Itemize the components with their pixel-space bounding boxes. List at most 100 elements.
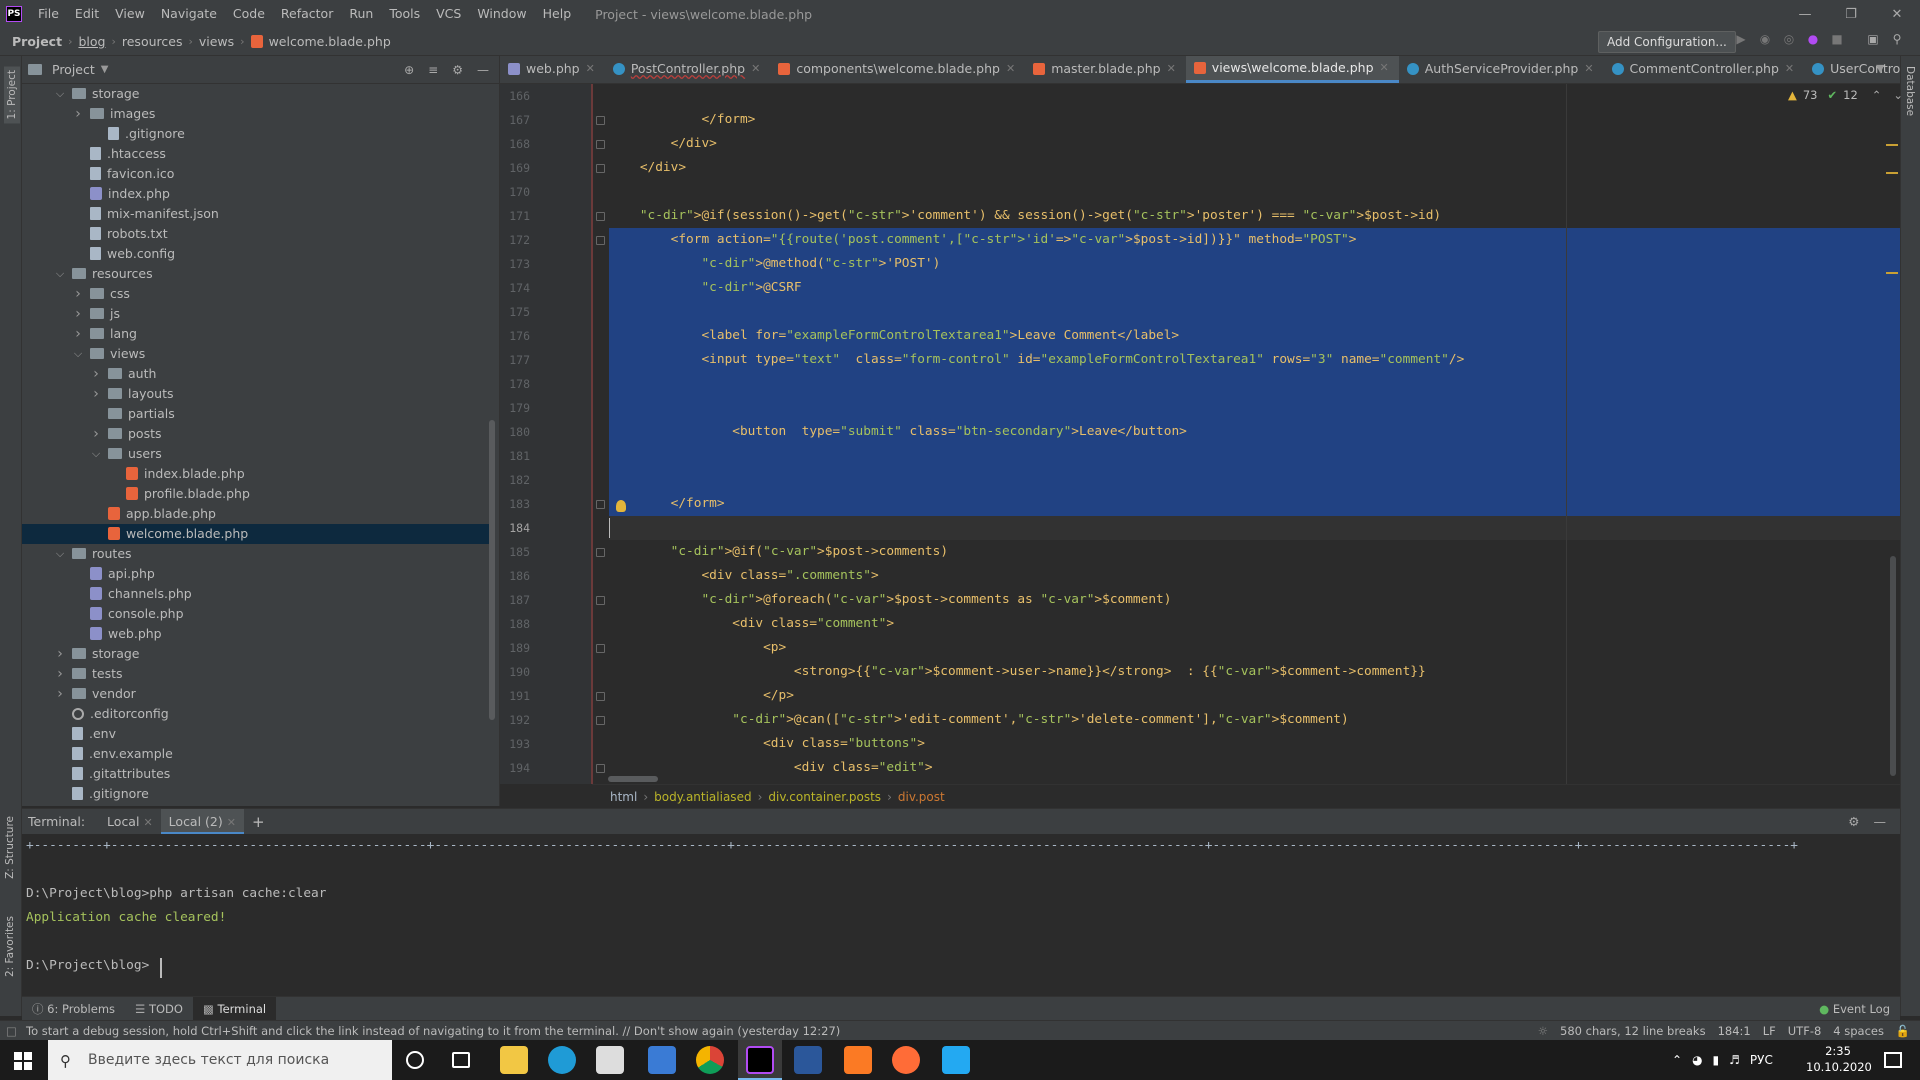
fold-marker-icon[interactable] [596,548,605,557]
tree-item[interactable]: api.php [22,564,492,584]
code-line[interactable]: "c-dir">@if("c-var">$post->comments) [609,540,948,564]
close-tab-icon[interactable]: ✕ [586,56,595,83]
menu-window[interactable]: Window [469,0,534,28]
code-line[interactable]: </div> [609,156,686,180]
tree-item[interactable]: index.php [22,184,492,204]
menu-file[interactable]: File [30,0,67,28]
cortana-icon[interactable] [406,1051,424,1069]
tabs-overflow-icon[interactable]: ▼ [1876,62,1884,75]
code-line[interactable]: "c-dir">@foreach("c-var">$post->comments… [609,588,1171,612]
store-icon[interactable] [596,1046,624,1074]
tree-item[interactable]: ⌵ routes [22,544,492,564]
chevron-right-icon[interactable]: › [72,104,84,124]
structure-tool-button[interactable]: Z: Structure [4,816,16,879]
chevron-right-icon[interactable]: › [54,644,66,664]
code-line[interactable]: <label for="exampleFormControlTextarea1"… [609,324,1179,348]
close-tab-icon[interactable]: ✕ [1785,56,1794,83]
chevron-right-icon[interactable]: › [90,384,102,404]
file-explorer-icon[interactable] [500,1046,528,1074]
menu-help[interactable]: Help [535,0,580,28]
nav-crumb-project[interactable]: Project [12,34,62,49]
fold-marker-icon[interactable] [596,116,605,125]
tree-item[interactable]: web.php [22,624,492,644]
line-number[interactable]: 175 [500,300,530,324]
locate-icon[interactable]: ⊕ [404,63,414,77]
fold-marker-icon[interactable] [596,236,605,245]
phpstorm-icon[interactable] [746,1046,774,1074]
nav-crumb-blog[interactable]: blog [78,34,105,49]
terminal-tab-local-2[interactable]: Local (2) ✕ [160,808,244,835]
tree-item[interactable]: .gitignore [22,784,492,804]
status-toggle-icon[interactable]: □ [6,1024,17,1038]
code-line[interactable]: <div class=".comments"> [609,564,878,588]
lock-icon[interactable]: 🔓 [1896,1024,1910,1038]
line-number[interactable]: 176 [500,324,530,348]
tree-item[interactable]: .env [22,724,492,744]
editor-tab[interactable]: UserController.php✕ [1804,56,1904,83]
chevron-right-icon[interactable]: › [54,684,66,704]
next-highlight-icon[interactable]: ⌄ [1893,88,1903,102]
line-number[interactable]: 170 [500,180,530,204]
tree-item[interactable]: › posts [22,424,492,444]
fold-marker-icon[interactable] [596,212,605,221]
code-line[interactable]: <div class="buttons"> [609,732,925,756]
line-number[interactable]: 181 [500,444,530,468]
editor-tab[interactable]: CommentController.php ✕ [1604,56,1805,83]
editor-tab[interactable]: master.blade.php ✕ [1025,56,1186,83]
language-indicator[interactable]: РУС [1750,1053,1773,1067]
hector-icon[interactable]: ☼ [1538,1024,1548,1038]
editor-horizontal-scrollbar[interactable] [608,776,658,782]
fold-marker-icon[interactable] [596,692,605,701]
line-separator[interactable]: LF [1763,1024,1776,1038]
line-number[interactable]: 174 [500,276,530,300]
chevron-right-icon[interactable]: › [72,324,84,344]
line-number[interactable]: 190 [500,660,530,684]
tree-item[interactable]: › images [22,104,492,124]
chevron-down-icon[interactable]: ⌵ [90,444,102,464]
line-number[interactable]: 179 [500,396,530,420]
line-number[interactable]: 173 [500,252,530,276]
line-number[interactable]: 167 [500,108,530,132]
tree-item[interactable]: ⌵ resources [22,264,492,284]
tree-item[interactable]: favicon.ico [22,164,492,184]
tree-item[interactable]: › vendor [22,684,492,704]
nav-crumb-file[interactable]: welcome.blade.php [269,34,391,49]
add-configuration-button[interactable]: Add Configuration... [1598,31,1736,53]
nav-crumb-views[interactable]: views [199,34,234,49]
line-number[interactable]: 177 [500,348,530,372]
chevron-right-icon[interactable]: › [72,284,84,304]
search-icon[interactable]: ⚲ [1889,32,1905,48]
line-number[interactable]: 166 [500,84,530,108]
hide-icon[interactable]: — [477,63,489,77]
code-line[interactable]: <form action="{{route('post.comment',["c… [609,228,1357,252]
chevron-down-icon[interactable]: ⌵ [54,84,66,104]
line-number[interactable]: 180 [500,420,530,444]
line-number[interactable]: 186 [500,564,530,588]
code-line[interactable]: </form> [609,492,725,516]
menu-refactor[interactable]: Refactor [273,0,341,28]
terminal-tab[interactable]: ▩ Terminal [192,996,277,1021]
chevron-right-icon[interactable]: › [90,364,102,384]
chevron-down-icon[interactable]: ▼ [101,64,109,75]
line-number[interactable]: 183 [500,492,530,516]
code-line[interactable]: <input type="text" class="form-control" … [609,348,1464,372]
tree-item[interactable]: › auth [22,364,492,384]
debug-icon[interactable]: ◉ [1757,32,1773,48]
menu-navigate[interactable]: Navigate [153,0,225,28]
line-number[interactable]: 192 [500,708,530,732]
error-stripe-mark[interactable] [1886,144,1898,146]
mail-icon[interactable] [648,1046,676,1074]
minimize-button[interactable]: — [1782,7,1828,22]
line-number[interactable]: 185 [500,540,530,564]
fold-marker-icon[interactable] [596,140,605,149]
taskbar-clock[interactable]: 2:35 10.10.2020 [1806,1043,1872,1075]
new-terminal-button[interactable]: + [244,809,273,835]
collapse-all-icon[interactable]: ≡ [428,63,438,77]
tree-item[interactable]: › tests [22,664,492,684]
edge-icon[interactable] [548,1046,576,1074]
run-icon[interactable]: ▶ [1733,32,1749,48]
chrome-icon[interactable] [696,1046,724,1074]
event-log-button[interactable]: ● Event Log [1819,1002,1890,1016]
close-tab-icon[interactable]: ✕ [751,56,760,83]
coverage-icon[interactable]: ◎ [1781,32,1797,48]
